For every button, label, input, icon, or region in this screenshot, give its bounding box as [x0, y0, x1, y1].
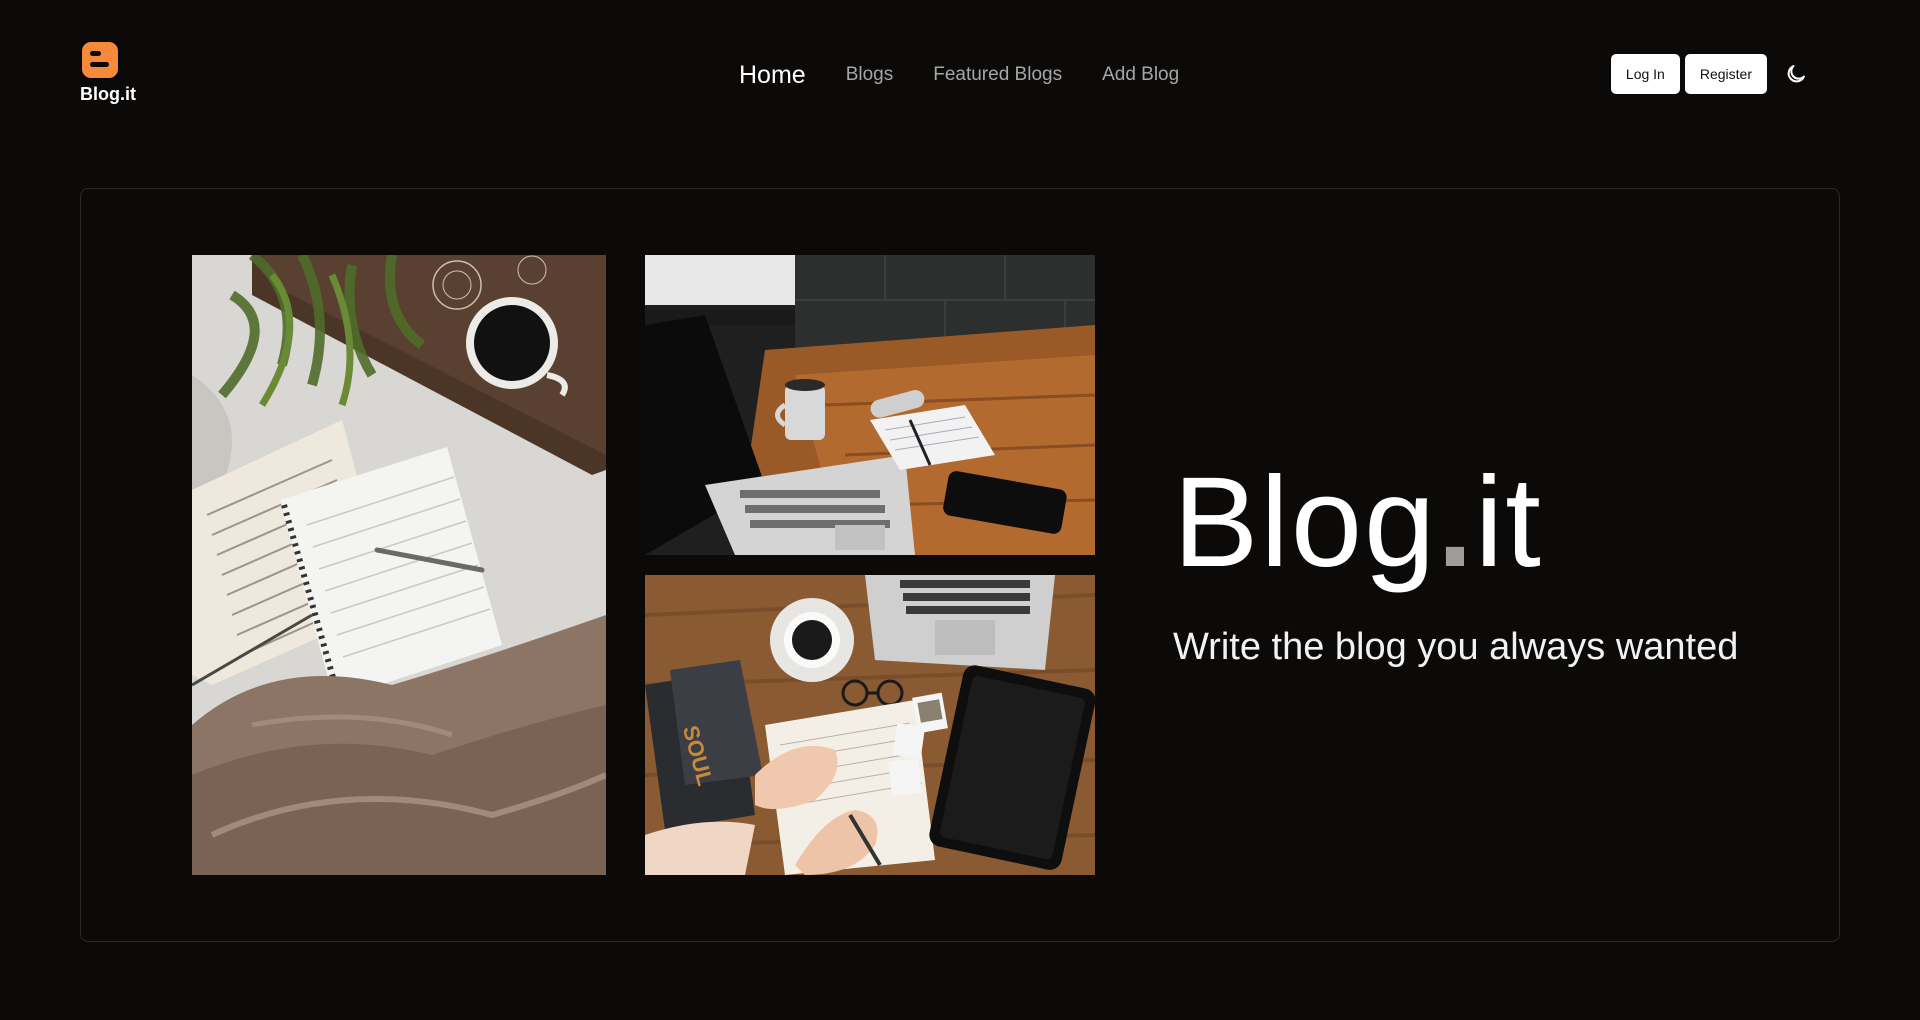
theme-toggle-button[interactable] — [1778, 56, 1814, 92]
writing-journal-desk-photo: SOUL — [645, 575, 1095, 875]
main-nav: Home Blogs Featured Blogs Add Blog — [739, 58, 1219, 92]
nav-item-add-blog[interactable]: Add Blog — [1102, 64, 1179, 86]
nav-item-featured-blogs[interactable]: Featured Blogs — [933, 64, 1062, 86]
hero-title-dot: . — [1437, 451, 1475, 594]
login-button[interactable]: Log In — [1610, 54, 1680, 94]
header-actions: Log In Register — [1610, 54, 1814, 94]
site-header: Blog.it Home Blogs Featured Blogs Add Bl… — [0, 0, 1920, 150]
hero-card: SOUL Blog.it Write the blog you always w… — [80, 188, 1840, 942]
moon-icon — [1787, 65, 1805, 83]
blogger-logo-icon — [82, 42, 118, 78]
brand-logo-link[interactable]: Blog.it — [80, 42, 136, 106]
notebook-on-bed-photo — [192, 255, 606, 875]
brand-name: Blog.it — [80, 84, 136, 104]
nav-item-home[interactable]: Home — [739, 61, 806, 90]
hero-title-blog: Blog — [1173, 451, 1438, 594]
hero-title-it: it — [1474, 451, 1543, 594]
nav-item-blogs[interactable]: Blogs — [846, 64, 894, 86]
register-button[interactable]: Register — [1684, 54, 1767, 94]
hero-subtitle: Write the blog you always wanted — [1173, 626, 1739, 668]
laptop-desk-coffee-photo — [645, 255, 1095, 555]
hero-title: Blog.it — [1173, 459, 1543, 587]
